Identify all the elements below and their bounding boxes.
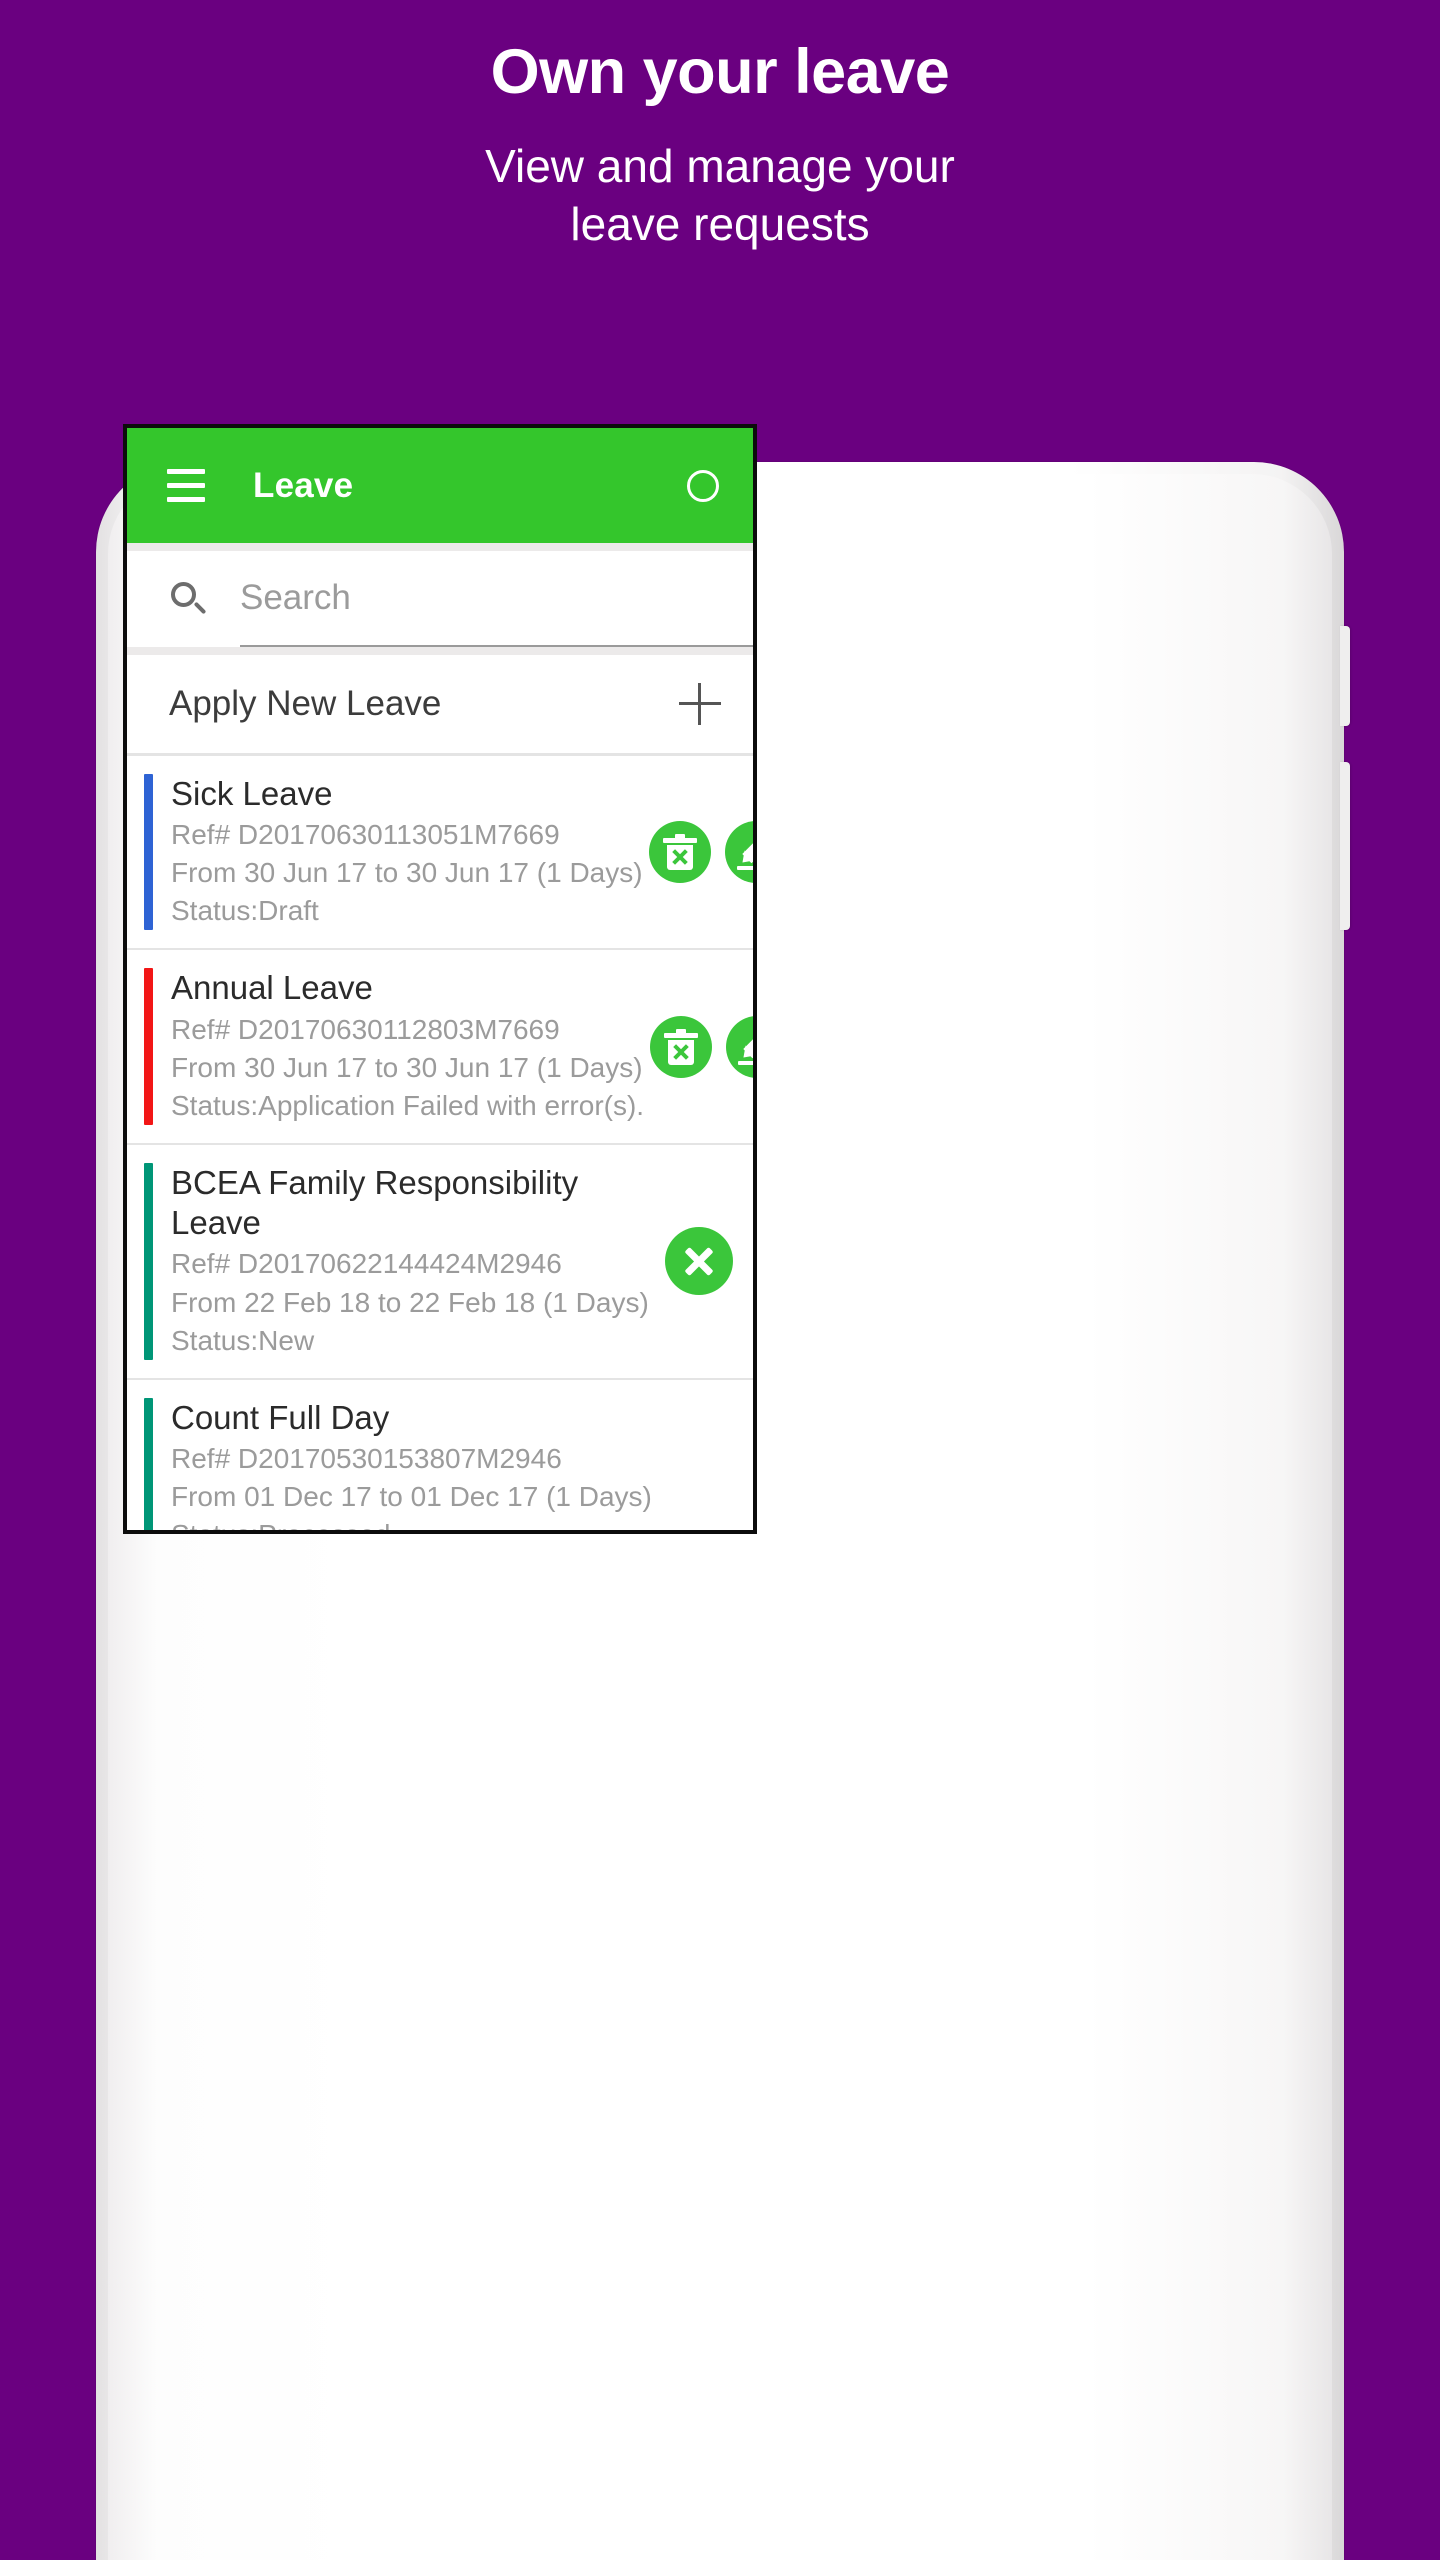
leave-request-row[interactable]: Count Full Day Ref# D20170530153807M2946 F… — [127, 1377, 753, 1530]
promo-title: Own your leave — [490, 37, 950, 107]
app-bar: Leave — [127, 428, 753, 543]
search-section: Search — [127, 543, 753, 647]
leave-type-title: Sick Leave — [171, 775, 333, 812]
delete-leave-button[interactable] — [648, 821, 711, 884]
search-input[interactable]: Search — [240, 551, 753, 647]
page-title: Leave — [253, 465, 354, 505]
leave-status: Status:Processed — [171, 1516, 727, 1530]
plus-icon[interactable] — [679, 683, 721, 725]
leave-request-list: Sick Leave Ref# D20170630113051M7669 From … — [127, 753, 753, 1530]
leave-date-range: From 22 Feb 18 to 22 Feb 18 (1 Days) — [171, 1286, 649, 1318]
leave-type-title: Count Full Day — [171, 1398, 390, 1436]
delete-leave-button[interactable] — [650, 1015, 713, 1078]
leave-reference: Ref# D20170630113051M7669 — [171, 819, 560, 851]
leave-request-row[interactable]: BCEA Family Responsibility Leave Ref# D20… — [127, 1142, 753, 1378]
leave-reference: Ref# D20170630112803M7669 — [171, 1013, 560, 1045]
leave-reference: Ref# D20170622144424M2946 — [171, 1248, 562, 1280]
leave-date-range: From 30 Jun 17 to 30 Jun 17 (1 Days) — [171, 1051, 643, 1083]
leave-status: Status:New — [171, 1324, 315, 1356]
edit-leave-button[interactable] — [724, 821, 753, 884]
search-icon — [169, 580, 207, 618]
search-placeholder: Search — [240, 578, 351, 617]
power-button[interactable] — [1340, 626, 1350, 726]
leave-date-range: From 01 Dec 17 to 01 Dec 17 (1 Days) — [171, 1481, 652, 1513]
section-divider — [127, 647, 753, 655]
status-color-bar — [144, 968, 153, 1125]
leave-status: Status:Draft — [171, 895, 319, 927]
trash-icon — [662, 834, 697, 871]
leave-request-details: BCEA Family Responsibility Leave Ref# D20… — [153, 1163, 665, 1360]
pencil-icon — [738, 1027, 753, 1065]
leave-request-row[interactable]: Sick Leave Ref# D20170630113051M7669 From … — [127, 753, 753, 949]
status-color-bar — [144, 1162, 153, 1360]
circle-outline-icon[interactable] — [687, 469, 719, 502]
apply-new-leave-row[interactable]: Apply New Leave — [127, 655, 753, 753]
promo-subtitle: View and manage your leave requests — [0, 138, 1440, 253]
hamburger-menu-icon[interactable] — [167, 469, 205, 502]
leave-row-actions — [648, 774, 753, 930]
leave-row-actions — [650, 968, 753, 1124]
search-bar[interactable]: Search — [127, 551, 753, 647]
leave-type-title: Annual Leave — [171, 969, 373, 1007]
cancel-leave-button[interactable] — [665, 1227, 733, 1296]
leave-reference: Ref# D20170530153807M2946 — [171, 1442, 562, 1474]
promo-screenshot: Own your leave View and manage your leav… — [0, 0, 1440, 2560]
leave-row-actions — [733, 1398, 753, 1530]
leave-request-details: Annual Leave Ref# D20170630112803M7669 Fro… — [153, 968, 650, 1124]
pencil-icon — [736, 833, 753, 871]
leave-status: Status:Application Failed with error(s). — [171, 1089, 645, 1121]
trash-icon — [664, 1028, 699, 1065]
phone-screen: Leave Search Apply New Leave Sick Leave R… — [123, 424, 757, 1534]
leave-row-actions — [665, 1163, 753, 1360]
leave-request-details: Sick Leave Ref# D20170630113051M7669 From … — [153, 774, 649, 930]
status-color-bar — [144, 774, 153, 931]
close-icon — [682, 1244, 716, 1278]
status-color-bar — [144, 1397, 153, 1530]
promo-subtitle-line-1: View and manage your — [485, 140, 955, 193]
leave-date-range: From 30 Jun 17 to 30 Jun 17 (1 Days) — [171, 857, 643, 889]
leave-request-row[interactable]: Annual Leave Ref# D20170630112803M7669 Fro… — [127, 948, 753, 1143]
apply-new-leave-label: Apply New Leave — [169, 684, 442, 723]
volume-button[interactable] — [1340, 762, 1350, 930]
leave-request-details: Count Full Day Ref# D20170530153807M2946 F… — [153, 1398, 733, 1530]
leave-type-title: BCEA Family Responsibility Leave — [171, 1163, 579, 1242]
promo-subtitle-line-2: leave requests — [570, 197, 870, 250]
promo-headline-block: Own your leave View and manage your leav… — [0, 38, 1440, 253]
edit-leave-button[interactable] — [726, 1015, 753, 1078]
